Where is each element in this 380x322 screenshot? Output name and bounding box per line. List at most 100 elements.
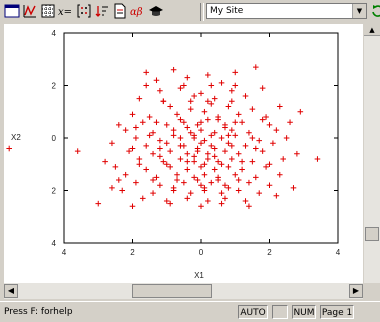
data-point bbox=[253, 174, 259, 181]
data-point bbox=[191, 93, 197, 99]
scroll-left-icon[interactable]: ◀ bbox=[4, 284, 18, 298]
data-point bbox=[235, 187, 242, 194]
plot-frame bbox=[63, 32, 339, 244]
alpha-beta-label: αβ bbox=[130, 7, 143, 18]
data-point bbox=[266, 161, 273, 168]
data-point bbox=[205, 116, 211, 123]
data-point bbox=[95, 200, 102, 207]
data-point bbox=[143, 143, 149, 149]
status-page: Page 1 bbox=[320, 305, 354, 319]
data-point bbox=[263, 114, 269, 120]
data-point bbox=[157, 153, 163, 160]
data-point bbox=[215, 177, 221, 183]
data-point bbox=[102, 158, 108, 165]
data-point bbox=[122, 171, 129, 178]
data-point bbox=[177, 143, 184, 149]
data-point bbox=[129, 145, 136, 152]
vertical-scroll-thumb[interactable] bbox=[365, 227, 379, 241]
data-point bbox=[157, 137, 163, 144]
data-point bbox=[157, 145, 163, 152]
data-point bbox=[249, 158, 256, 165]
scroll-right-icon[interactable]: ▶ bbox=[349, 284, 363, 298]
grid-icon[interactable] bbox=[40, 3, 56, 19]
scroll-up-icon[interactable]: ▲ bbox=[364, 24, 380, 36]
y-axis-label: X2 bbox=[11, 133, 21, 142]
data-point bbox=[270, 140, 276, 147]
data-point bbox=[211, 95, 218, 102]
data-point bbox=[239, 166, 245, 173]
data-point bbox=[160, 98, 167, 105]
data-point bbox=[201, 185, 208, 191]
data-point bbox=[184, 166, 191, 173]
data-point bbox=[143, 69, 149, 76]
refresh-icon[interactable] bbox=[370, 3, 380, 19]
y-tick-label: 4 bbox=[52, 29, 57, 38]
data-point bbox=[273, 127, 280, 133]
data-point bbox=[184, 74, 191, 81]
x-equals-icon[interactable]: x= bbox=[58, 3, 74, 19]
data-point bbox=[163, 198, 170, 204]
data-point bbox=[208, 82, 215, 89]
data-point bbox=[187, 190, 194, 196]
data-point bbox=[283, 135, 290, 141]
window-icon[interactable] bbox=[4, 3, 20, 19]
data-point bbox=[170, 185, 177, 191]
data-point bbox=[167, 103, 173, 110]
data-point bbox=[126, 148, 132, 154]
data-point bbox=[194, 145, 201, 152]
data-point bbox=[146, 132, 153, 139]
data-point bbox=[129, 111, 136, 118]
data-point bbox=[167, 200, 173, 207]
data-point bbox=[239, 119, 245, 126]
matrix-icon[interactable] bbox=[76, 3, 92, 19]
data-point bbox=[201, 108, 208, 115]
data-point bbox=[253, 64, 259, 70]
data-point bbox=[232, 171, 239, 178]
data-point bbox=[201, 171, 208, 178]
data-point bbox=[205, 72, 211, 78]
data-point bbox=[139, 119, 146, 126]
plot-area[interactable]: 4 2 0 2 4 4 2 0 2 4 X1 X2 bbox=[4, 24, 363, 283]
function-plot-icon[interactable] bbox=[22, 3, 38, 19]
data-point bbox=[150, 177, 156, 183]
x-tick-label: 4 bbox=[62, 248, 67, 257]
data-point bbox=[276, 103, 283, 110]
data-point bbox=[208, 101, 215, 107]
data-point bbox=[184, 124, 191, 131]
data-point bbox=[143, 82, 149, 89]
data-point bbox=[194, 122, 201, 128]
data-point bbox=[232, 82, 239, 89]
vertical-scrollbar[interactable]: ▲ bbox=[364, 24, 380, 283]
graduation-cap-icon[interactable] bbox=[148, 3, 164, 19]
data-point bbox=[229, 98, 235, 105]
data-point bbox=[143, 166, 149, 173]
data-point bbox=[222, 182, 228, 189]
data-point bbox=[225, 140, 232, 147]
data-point bbox=[157, 87, 163, 94]
horizontal-scroll-thumb[interactable] bbox=[132, 284, 212, 298]
data-point bbox=[242, 198, 249, 204]
document-icon[interactable] bbox=[112, 3, 128, 19]
data-point bbox=[177, 85, 184, 91]
data-point bbox=[280, 156, 286, 162]
site-select[interactable]: My Site ▼ bbox=[206, 3, 367, 19]
data-point bbox=[157, 182, 163, 189]
alpha-beta-icon[interactable]: αβ bbox=[130, 3, 146, 19]
data-point bbox=[150, 129, 156, 136]
data-point bbox=[136, 161, 143, 168]
chevron-down-icon[interactable]: ▼ bbox=[352, 4, 366, 18]
data-point bbox=[170, 127, 177, 133]
data-point bbox=[177, 135, 184, 141]
data-point bbox=[276, 171, 283, 178]
data-point bbox=[235, 150, 242, 157]
sort-icon[interactable] bbox=[94, 3, 110, 19]
toolbar-separator bbox=[200, 3, 204, 21]
data-point bbox=[246, 203, 252, 210]
data-point bbox=[249, 135, 256, 141]
x-tick-label: 2 bbox=[130, 248, 135, 257]
data-point bbox=[208, 179, 215, 186]
data-point bbox=[205, 198, 211, 204]
horizontal-scrollbar[interactable]: ◀ ▶ bbox=[4, 283, 363, 299]
data-point bbox=[290, 185, 297, 191]
data-point bbox=[181, 179, 187, 186]
